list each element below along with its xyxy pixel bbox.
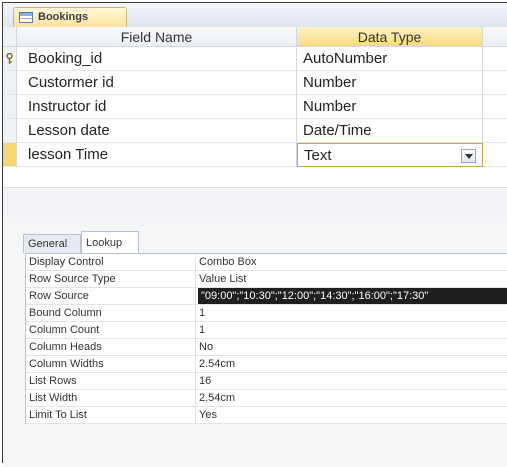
document-tab-strip: Bookings	[3, 3, 507, 28]
field-row-booking-id[interactable]: Booking_id AutoNumber	[3, 47, 507, 71]
data-type-value: Text	[304, 147, 332, 164]
field-name-cell[interactable]: Instructor id	[17, 95, 297, 119]
description-cell[interactable]	[483, 71, 507, 95]
tab-general[interactable]: General	[23, 234, 81, 253]
property-sheet: Display Control Combo Box Row Source Typ…	[25, 253, 507, 424]
property-label: Display Control	[26, 254, 196, 270]
property-label: Column Widths	[26, 356, 196, 372]
data-type-cell[interactable]: Date/Time	[297, 119, 483, 143]
property-row-list-rows[interactable]: List Rows 16	[26, 373, 507, 390]
field-name-cell[interactable]: Custormer id	[17, 71, 297, 95]
field-row-customer-id[interactable]: Custormer id Number	[3, 71, 507, 95]
pane-splitter[interactable]	[3, 187, 507, 218]
data-type-cell[interactable]: Number	[297, 95, 483, 119]
property-value[interactable]: Yes	[196, 407, 507, 423]
document-tab-bookings[interactable]: Bookings	[13, 7, 127, 27]
field-name-cell[interactable]: lesson Time	[17, 143, 297, 167]
field-row-lesson-time[interactable]: lesson Time Text	[3, 143, 507, 167]
field-name-header: Field Name	[17, 27, 297, 47]
data-type-combo[interactable]: Text	[297, 143, 483, 167]
field-row-lesson-date[interactable]: Lesson date Date/Time	[3, 119, 507, 143]
field-name-cell[interactable]: Lesson date	[17, 119, 297, 143]
property-row-display-control[interactable]: Display Control Combo Box	[26, 254, 507, 271]
data-type-cell[interactable]: Number	[297, 71, 483, 95]
property-row-list-width[interactable]: List Width 2.54cm	[26, 390, 507, 407]
description-cell[interactable]	[483, 95, 507, 119]
field-grid: Field Name Data Type Booking_id AutoNumb…	[3, 27, 507, 187]
property-row-column-widths[interactable]: Column Widths 2.54cm	[26, 356, 507, 373]
property-label: List Width	[26, 390, 196, 406]
property-value[interactable]: 16	[196, 373, 507, 389]
tab-lookup[interactable]: Lookup	[81, 231, 139, 253]
property-value[interactable]: No	[196, 339, 507, 355]
property-label: Bound Column	[26, 305, 196, 321]
property-row-column-count[interactable]: Column Count 1	[26, 322, 507, 339]
row-selector[interactable]	[3, 47, 17, 71]
property-row-row-source[interactable]: Row Source "09:00";"10:30";"12:00";"14:3…	[26, 288, 507, 305]
description-cell[interactable]	[483, 119, 507, 143]
property-row-limit-to-list[interactable]: Limit To List Yes	[26, 407, 507, 424]
table-design-window: Bookings Field Name Data Type Booking_id…	[2, 2, 507, 467]
chevron-down-icon	[465, 154, 473, 159]
row-selector[interactable]	[3, 71, 17, 95]
row-source-input[interactable]: "09:00";"10:30";"12:00";"14:30";"16:00";…	[198, 288, 507, 304]
field-row-instructor-id[interactable]: Instructor id Number	[3, 95, 507, 119]
description-header	[483, 27, 507, 47]
primary-key-icon	[6, 53, 13, 64]
property-label: Column Count	[26, 322, 196, 338]
property-label: Limit To List	[26, 407, 196, 423]
field-properties-pane: General Lookup Display Control Combo Box…	[3, 217, 507, 467]
property-value[interactable]: 1	[196, 305, 507, 321]
row-selector-current[interactable]	[3, 143, 17, 167]
property-value[interactable]: Combo Box	[196, 254, 507, 270]
property-label: List Rows	[26, 373, 196, 389]
row-selector-header[interactable]	[3, 27, 17, 47]
property-label: Row Source	[26, 288, 196, 304]
row-selector[interactable]	[3, 119, 17, 143]
property-label: Row Source Type	[26, 271, 196, 287]
property-label: Column Heads	[26, 339, 196, 355]
property-value[interactable]: 1	[196, 322, 507, 338]
data-type-dropdown-button[interactable]	[461, 149, 476, 163]
data-type-cell[interactable]: AutoNumber	[297, 47, 483, 71]
property-row-row-source-type[interactable]: Row Source Type Value List	[26, 271, 507, 288]
property-row-column-heads[interactable]: Column Heads No	[26, 339, 507, 356]
property-value[interactable]: 2.54cm	[196, 390, 507, 406]
description-cell[interactable]	[483, 47, 507, 71]
table-icon	[19, 12, 33, 23]
property-row-bound-column[interactable]: Bound Column 1	[26, 305, 507, 322]
data-type-header: Data Type	[297, 27, 483, 47]
property-value[interactable]: Value List	[196, 271, 507, 287]
description-cell[interactable]	[483, 143, 507, 167]
field-name-cell[interactable]: Booking_id	[17, 47, 297, 71]
row-selector[interactable]	[3, 95, 17, 119]
document-tab-label: Bookings	[38, 11, 89, 23]
property-value[interactable]: 2.54cm	[196, 356, 507, 372]
